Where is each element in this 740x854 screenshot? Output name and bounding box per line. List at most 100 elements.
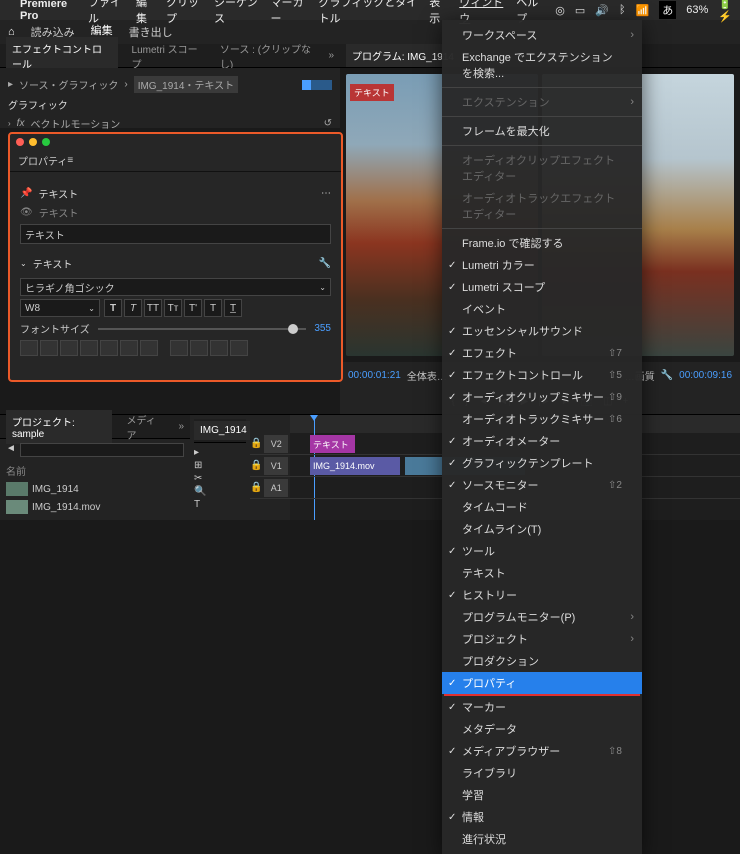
bluetooth-icon[interactable]: ᛒ (619, 4, 626, 16)
menu-item-25[interactable]: 学習 (442, 784, 642, 806)
menu-item-6[interactable]: エフェクトコントロール⇧5 (442, 364, 642, 386)
font-size-slider[interactable] (98, 328, 307, 330)
tab-timeline[interactable]: IMG_1914 (194, 421, 253, 440)
fit-dropdown[interactable]: 全体表… (407, 368, 447, 383)
menu-item-27[interactable]: 進行状況 (442, 828, 642, 850)
project-panel: プロジェクト: sample メディア » ◄ 名前 IMG_1914 IMG_… (0, 415, 190, 520)
chevron-down-icon[interactable]: ⌄ (20, 259, 27, 268)
font-family-select[interactable]: ヒラギノ角ゴシック⌄ (20, 278, 331, 296)
macos-menubar: Premiere Pro ファイル 編集 クリップ シーケンス マーカー グラフ… (0, 0, 740, 20)
menu-item-21[interactable]: マーカー (442, 696, 642, 718)
graphics-heading: グラフィック (8, 95, 332, 114)
align-right-button[interactable] (60, 340, 78, 356)
menu-marker[interactable]: マーカー (271, 0, 307, 26)
font-size-label: フォントサイズ (20, 321, 90, 336)
text-overlay-program[interactable]: テキスト (350, 84, 394, 101)
eye-icon[interactable]: 👁 (20, 207, 33, 218)
bold-button[interactable]: T (104, 299, 122, 317)
text-section-heading: テキスト (38, 186, 78, 201)
text-style-heading: テキスト (33, 256, 73, 271)
track-v1-label[interactable]: V1 (264, 457, 288, 475)
menu-item-1[interactable]: Lumetri カラー (442, 254, 642, 276)
menu-item-3[interactable]: イベント (442, 298, 642, 320)
window-menu-dropdown: ワークスペース Exchange でエクステンションを検索... エクステンショ… (442, 20, 642, 854)
align-left-button[interactable] (20, 340, 38, 356)
vector-motion-row[interactable]: ベクトルモーション (30, 116, 120, 131)
text-content-input[interactable] (20, 224, 331, 244)
volume-icon[interactable]: 🔊 (595, 4, 609, 17)
ime-icon[interactable]: あ (659, 1, 676, 19)
timecode-current[interactable]: 00:00:01:21 (348, 370, 401, 381)
menu-item-8[interactable]: オーディオトラックミキサー⇧6 (442, 408, 642, 430)
battery-icon[interactable]: 🔋⚡ (718, 0, 732, 23)
wrench-icon[interactable]: 🔧 (661, 370, 673, 381)
close-dot[interactable] (16, 138, 24, 146)
track-v2-label[interactable]: V2 (264, 435, 288, 453)
lock-icon[interactable]: 🔒 (250, 438, 262, 449)
more-icon[interactable]: ⋯ (321, 188, 331, 199)
menu-item-16[interactable]: ヒストリー (442, 584, 642, 606)
menu-item-26[interactable]: 情報 (442, 806, 642, 828)
wrench-icon[interactable]: 🔧 (319, 258, 331, 269)
track-a1-label[interactable]: A1 (264, 479, 288, 497)
text-style-buttons: T T TT Tт T' T T̲ (104, 299, 242, 317)
underline-button[interactable]: T̲ (224, 299, 242, 317)
min-dot[interactable] (29, 138, 37, 146)
menu-item-23[interactable]: メディアブラウザー⇧8 (442, 740, 642, 762)
selection-tool-icon[interactable]: ▸ (194, 447, 246, 458)
menu-item-17[interactable]: プログラムモニター(P) (442, 606, 642, 628)
menu-maximize-frame[interactable]: フレームを最大化 (442, 120, 642, 142)
menu-item-19[interactable]: プロダクション (442, 650, 642, 672)
menu-item-12[interactable]: タイムコード (442, 496, 642, 518)
project-search[interactable] (20, 443, 184, 457)
italic-button[interactable]: T (124, 299, 142, 317)
menu-exchange[interactable]: Exchange でエクステンションを検索... (442, 46, 642, 84)
max-dot[interactable] (42, 138, 50, 146)
menu-item-13[interactable]: タイムライン(T) (442, 518, 642, 540)
menu-item-10[interactable]: グラフィックテンプレート (442, 452, 642, 474)
smallcaps-button[interactable]: Tт (164, 299, 182, 317)
panel-menu-icon[interactable]: » (328, 50, 334, 61)
app-name[interactable]: Premiere Pro (20, 0, 76, 22)
clip-text[interactable]: テキスト (310, 435, 355, 453)
menu-item-22[interactable]: メタデータ (442, 718, 642, 740)
menu-item-11[interactable]: ソースモニター⇧2 (442, 474, 642, 496)
subscript-button[interactable]: T (204, 299, 222, 317)
clip-video-1[interactable]: IMG_1914.mov (310, 457, 400, 475)
menu-item-18[interactable]: プロジェクト (442, 628, 642, 650)
font-size-value[interactable]: 355 (314, 323, 331, 334)
cc-icon[interactable]: ◎ (555, 4, 565, 17)
source-breadcrumb: ▸ ソース・グラフィック › IMG_1914・テキスト (8, 74, 332, 95)
menu-edit[interactable]: 編集 (136, 0, 154, 26)
name-column-header[interactable]: 名前 (6, 461, 184, 480)
allcaps-button[interactable]: TT (144, 299, 162, 317)
pin-icon[interactable]: 📌 (20, 188, 32, 199)
display-icon[interactable]: ▭ (575, 4, 585, 17)
battery-text: 63% (686, 4, 708, 16)
bin-item-sequence[interactable]: IMG_1914 (6, 480, 184, 498)
menu-item-7[interactable]: オーディオクリップミキサー⇧9 (442, 386, 642, 408)
menu-item-9[interactable]: オーディオメーター (442, 430, 642, 452)
back-icon[interactable]: ◄ (6, 443, 16, 457)
bin-item-clip[interactable]: IMG_1914.mov (6, 498, 184, 516)
menu-workspace[interactable]: ワークスペース (442, 24, 642, 46)
menu-item-24[interactable]: ライブラリ (442, 762, 642, 784)
menu-extensions: エクステンション (442, 91, 642, 113)
menu-item-20[interactable]: プロパティ (442, 672, 642, 694)
menu-item-2[interactable]: Lumetri スコープ (442, 276, 642, 298)
menu-graphics[interactable]: グラフィックとタイトル (319, 0, 418, 26)
align-center-button[interactable] (40, 340, 58, 356)
menu-item-0[interactable]: Frame.io で確認する (442, 232, 642, 254)
font-weight-select[interactable]: W8⌄ (20, 299, 100, 317)
chevron-icon[interactable]: ▸ (8, 79, 13, 90)
menu-item-14[interactable]: ツール (442, 540, 642, 562)
menu-clip[interactable]: クリップ (166, 0, 202, 26)
properties-tab[interactable]: プロパティ (18, 153, 67, 168)
wifi-icon[interactable]: 📶 (636, 4, 650, 17)
superscript-button[interactable]: T' (184, 299, 202, 317)
menu-item-15[interactable]: テキスト (442, 562, 642, 584)
menu-item-5[interactable]: エフェクト⇧7 (442, 342, 642, 364)
timecode-duration: 00:00:09:16 (679, 370, 732, 381)
menu-item-4[interactable]: エッセンシャルサウンド (442, 320, 642, 342)
menu-sequence[interactable]: シーケンス (214, 0, 259, 26)
